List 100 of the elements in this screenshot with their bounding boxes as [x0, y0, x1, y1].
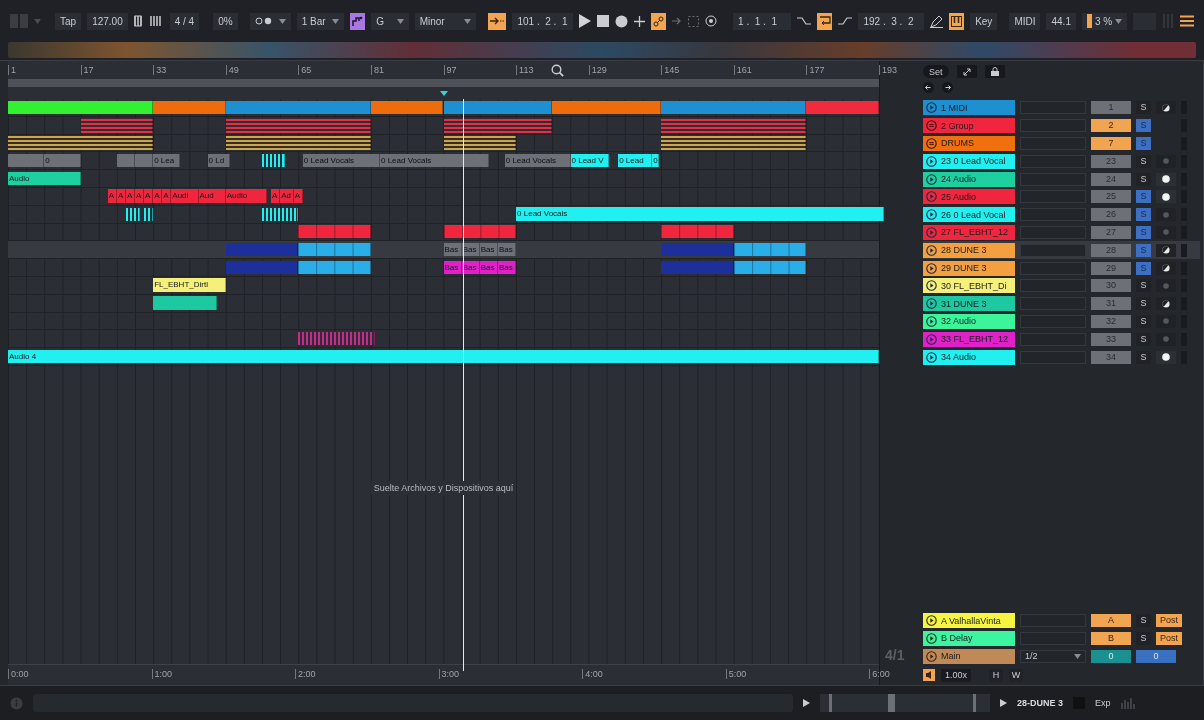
track-header[interactable]: 31 DUNE 3 31 S [923, 294, 1200, 313]
clip[interactable] [806, 100, 879, 114]
clip[interactable]: Audio 4 [8, 349, 879, 363]
speed-field[interactable]: 1.00x [941, 668, 972, 682]
clip[interactable] [125, 207, 140, 221]
track-header[interactable]: 2 Group 2 S [923, 116, 1200, 135]
clip[interactable] [298, 225, 371, 239]
root-note-dropdown[interactable]: G [371, 12, 409, 30]
monitor-button[interactable] [1156, 190, 1176, 204]
play-circle-icon[interactable] [926, 244, 937, 256]
monitor-button[interactable] [1156, 172, 1176, 186]
track-header[interactable]: 28 DUNE 3 28 S [923, 241, 1200, 260]
clip[interactable] [225, 260, 299, 274]
track-title-bar[interactable]: 33 FL_EBHT_12 [923, 331, 1015, 347]
groove-field[interactable]: 0% [213, 12, 238, 30]
solo-button[interactable]: S [1136, 297, 1151, 311]
track-header[interactable]: 1 MIDI 1 S [923, 99, 1200, 117]
clip[interactable] [443, 225, 517, 239]
clip[interactable]: FL_EBHT_Dirtl [153, 278, 226, 292]
clip[interactable] [144, 207, 154, 221]
track-header[interactable]: DRUMS 7 S [923, 134, 1200, 153]
track-header[interactable]: 24 Audio 24 S [923, 170, 1200, 188]
arrow-icon[interactable] [672, 17, 683, 25]
clip[interactable] [443, 135, 517, 151]
h-button[interactable]: H [989, 668, 1004, 682]
monitor-button[interactable] [1156, 297, 1176, 311]
clip[interactable] [225, 117, 371, 133]
play-circle-icon[interactable] [926, 615, 937, 626]
keys-toggle[interactable] [948, 12, 965, 30]
time-signature-field[interactable]: 4 / 4 [169, 12, 200, 30]
track-header[interactable]: 25 Audio 25 S [923, 188, 1200, 206]
clip[interactable] [225, 100, 371, 114]
scale-toggle[interactable] [349, 12, 366, 30]
mini-overview-drawing[interactable] [820, 694, 990, 712]
track-title-bar[interactable]: 26 0 Lead Vocal [923, 207, 1015, 223]
follow-toggle[interactable] [488, 12, 507, 30]
track-title-bar[interactable]: 32 Audio [923, 313, 1015, 329]
pan-field[interactable]: 0 [1136, 649, 1176, 663]
track-title-bar[interactable]: B Delay [923, 630, 1015, 646]
track-title-bar[interactable]: 28 DUNE 3 [923, 242, 1015, 258]
track-activator[interactable]: B [1091, 631, 1131, 645]
punch-in-icon[interactable] [796, 16, 811, 26]
play-circle-icon[interactable] [926, 262, 937, 274]
play-icon[interactable] [803, 699, 810, 707]
clip[interactable] [225, 242, 299, 257]
plus-icon[interactable] [633, 15, 645, 27]
clip[interactable] [661, 242, 734, 257]
clip[interactable] [661, 117, 807, 133]
clip[interactable] [733, 242, 807, 257]
clip[interactable] [8, 135, 154, 151]
volume-field[interactable]: 0 [1091, 649, 1131, 663]
scale-dropdown[interactable]: Minor [414, 12, 477, 30]
midi-map-button[interactable]: MIDI [1009, 12, 1041, 30]
track-header[interactable]: 27 FL_EBHT_12 27 S [923, 223, 1200, 242]
cpu-meter[interactable]: 3 % [1081, 12, 1128, 30]
solo-button[interactable]: S [1136, 154, 1151, 168]
play-circle-icon[interactable] [926, 315, 937, 327]
circle-icon[interactable] [705, 15, 718, 27]
track-header[interactable]: 32 Audio 32 S [923, 312, 1200, 331]
track-header[interactable]: 29 DUNE 3 29 S [923, 259, 1200, 277]
dots-dropdown[interactable] [249, 12, 291, 30]
bars-icon[interactable] [133, 15, 164, 27]
clip[interactable]: 0 Lead Vocals [516, 207, 884, 221]
solo-button[interactable]: S [1136, 332, 1151, 346]
track-title-bar[interactable]: 30 FL_EBHT_Di [923, 278, 1015, 294]
track-header[interactable]: 26 0 Lead Vocal 26 S [923, 205, 1200, 224]
solo-button[interactable]: S [1136, 314, 1151, 328]
loop-length-field[interactable]: 192 . 3 . 2 [858, 12, 924, 30]
play-icon[interactable] [1000, 699, 1007, 707]
set-button[interactable]: Set [923, 65, 949, 78]
play-circle-icon[interactable] [926, 280, 937, 292]
clip[interactable]: A [293, 189, 303, 203]
track-title-bar[interactable]: 24 Audio [923, 171, 1015, 187]
fold-icon[interactable] [926, 138, 937, 149]
clip[interactable]: 0 Lead V [570, 153, 610, 168]
play-circle-icon[interactable] [926, 155, 937, 167]
track-header[interactable]: 33 FL_EBHT_12 33 S [923, 330, 1200, 349]
tap-button[interactable]: Tap [55, 12, 82, 30]
solo-button[interactable]: S [1136, 279, 1151, 293]
play-circle-icon[interactable] [926, 351, 937, 363]
dashed-square-icon[interactable] [688, 15, 700, 27]
track-title-bar[interactable]: 23 0 Lead Vocal [923, 153, 1015, 169]
clip[interactable] [8, 100, 154, 114]
track-activator[interactable]: A [1091, 614, 1131, 627]
track-title-bar[interactable]: Main [923, 648, 1015, 664]
punch-out-icon[interactable] [838, 16, 853, 26]
clip[interactable] [661, 260, 734, 274]
key-map-button[interactable]: Key [970, 12, 998, 30]
track-title-bar[interactable]: 27 FL_EBHT_12 [923, 224, 1015, 240]
clip[interactable]: Audio [225, 189, 267, 203]
clip[interactable] [661, 225, 734, 239]
stop-icon[interactable] [596, 15, 609, 27]
clip[interactable]: 0 Lead [618, 153, 653, 168]
clip[interactable] [443, 117, 553, 133]
play-circle-icon[interactable] [926, 632, 937, 644]
clip[interactable] [370, 100, 444, 114]
clip[interactable] [661, 135, 807, 151]
forward-icon[interactable] [942, 82, 953, 93]
track-title-bar[interactable]: 29 DUNE 3 [923, 260, 1015, 276]
clip[interactable]: Bas [443, 260, 462, 274]
